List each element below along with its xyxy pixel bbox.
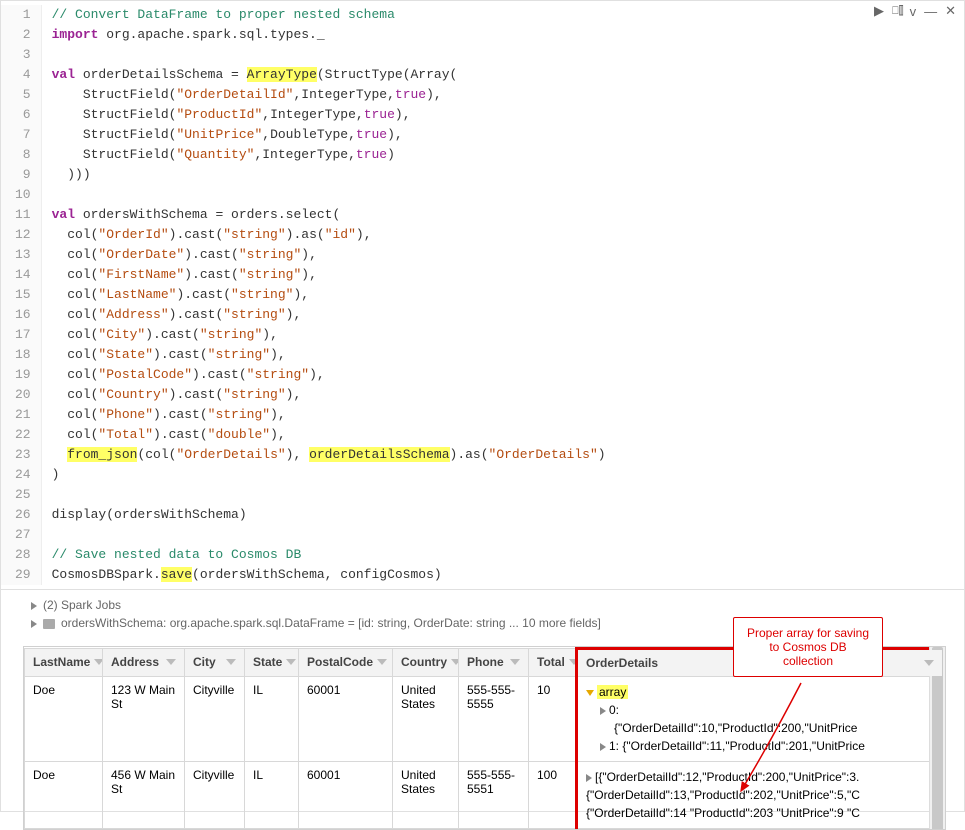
cell-country: United States (393, 677, 459, 762)
column-header-postalcode[interactable]: PostalCode (299, 649, 393, 677)
triangle-right-icon (31, 602, 37, 610)
sort-icon (569, 659, 577, 665)
sort-icon (94, 659, 102, 665)
sort-icon (510, 659, 520, 665)
sort-icon (166, 659, 176, 665)
chevron-right-icon[interactable] (600, 707, 606, 715)
sort-icon (451, 659, 459, 665)
sort-icon (377, 659, 387, 665)
table-row: Doe123 W Main StCityvilleIL60001United S… (25, 677, 944, 762)
sort-icon (286, 659, 296, 665)
code-editor[interactable]: 1234567891011121314151617181920212223242… (1, 1, 964, 589)
cell-country: United States (393, 762, 459, 829)
cell-phone: 555-555-5551 (459, 762, 529, 829)
cell-state: IL (245, 677, 299, 762)
chevron-down-icon[interactable] (586, 690, 594, 696)
sort-icon (226, 659, 236, 665)
column-header-total[interactable]: Total (529, 649, 577, 677)
cell-state: IL (245, 762, 299, 829)
cell-toolbar: ▶ ⎕⫿⫿ v — ✕ (874, 3, 956, 19)
jobs-expander[interactable]: (2) Spark Jobs (31, 598, 944, 612)
cell-orderdetails[interactable]: [{"OrderDetailId":12,"ProductId":200,"Un… (577, 762, 944, 829)
minimize-icon[interactable]: — (924, 4, 937, 19)
cell-city: Cityville (185, 677, 245, 762)
cell-total: 100 (529, 762, 577, 829)
column-header-address[interactable]: Address (103, 649, 185, 677)
chevron-right-icon[interactable] (586, 774, 592, 782)
annotation-callout: Proper array for saving to Cosmos DB col… (733, 617, 883, 677)
cell-postalcode: 60001 (299, 762, 393, 829)
cell-phone: 555-555-5555 (459, 677, 529, 762)
cell-total: 10 (529, 677, 577, 762)
close-icon[interactable]: ✕ (945, 3, 956, 19)
cell-city: Cityville (185, 762, 245, 829)
table-icon (43, 619, 55, 629)
sort-icon (924, 660, 934, 666)
column-header-phone[interactable]: Phone (459, 649, 529, 677)
chart-icon[interactable]: ⎕⫿⫿ (892, 5, 902, 18)
chevron-right-icon[interactable] (600, 743, 606, 751)
dropdown-icon[interactable]: v (910, 4, 917, 19)
cell-lastname: Doe (25, 762, 103, 829)
cell-address: 456 W Main St (103, 762, 185, 829)
cell-orderdetails[interactable]: array0:{"OrderDetailId":10,"ProductId":2… (577, 677, 944, 762)
code-cell: ▶ ⎕⫿⫿ v — ✕ 1234567891011121314151617181… (1, 1, 964, 590)
table-row: Doe456 W Main StCityvilleIL60001United S… (25, 762, 944, 829)
cell-lastname: Doe (25, 677, 103, 762)
column-header-city[interactable]: City (185, 649, 245, 677)
column-header-state[interactable]: State (245, 649, 299, 677)
column-header-lastname[interactable]: LastName (25, 649, 103, 677)
column-header-country[interactable]: Country (393, 649, 459, 677)
cell-address: 123 W Main St (103, 677, 185, 762)
cell-postalcode: 60001 (299, 677, 393, 762)
run-icon[interactable]: ▶ (874, 3, 884, 19)
triangle-right-icon (31, 620, 37, 628)
